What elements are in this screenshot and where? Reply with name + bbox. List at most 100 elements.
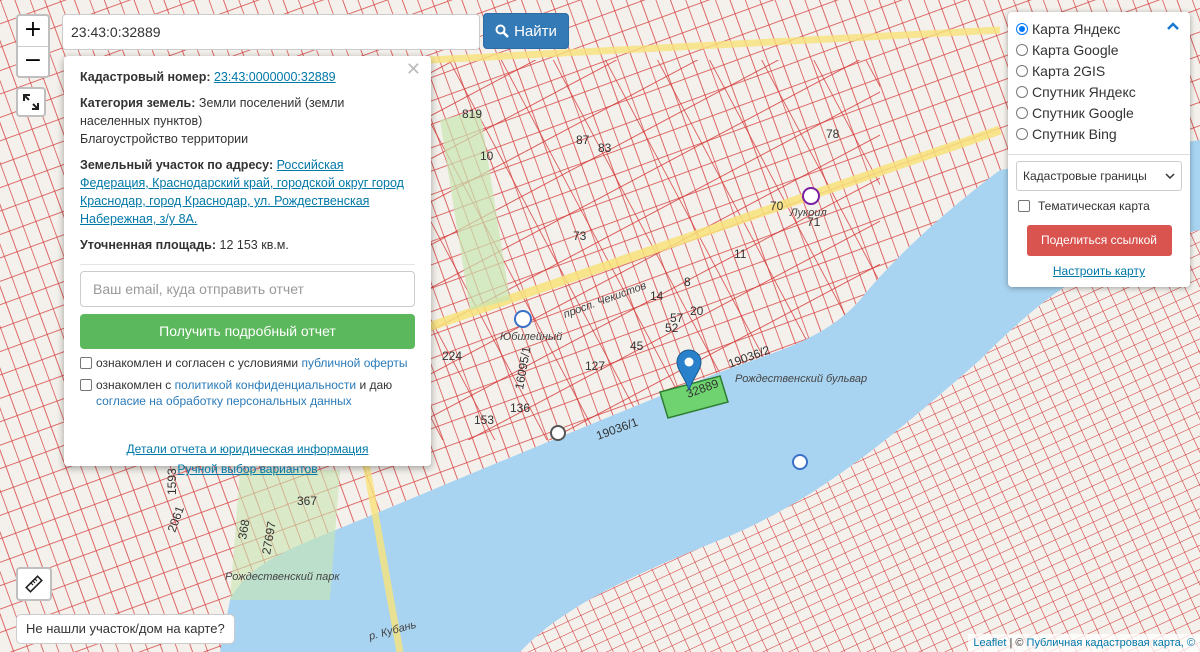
- search-button-label: Найти: [514, 22, 557, 40]
- fullscreen-button[interactable]: [16, 87, 46, 117]
- area-label: Уточненная площадь:: [80, 238, 217, 252]
- thematic-map-option[interactable]: Тематическая карта: [1016, 199, 1182, 213]
- manual-selection-link[interactable]: Ручной выбор вариантов: [80, 459, 415, 479]
- privacy-policy-link[interactable]: политикой конфиденциальности: [175, 378, 356, 392]
- configure-map-link[interactable]: Настроить карту: [1016, 264, 1182, 278]
- parcel-info-popup: ✕ Кадастровый номер: 23:43:0000000:32889…: [64, 56, 431, 476]
- layer-radio[interactable]: [1016, 43, 1028, 56]
- poi-icon: [792, 454, 808, 470]
- layer-radio[interactable]: [1016, 22, 1028, 35]
- divider: [80, 264, 415, 265]
- layer-option-1[interactable]: Карта Google: [1016, 39, 1182, 60]
- leaflet-link[interactable]: Leaflet: [973, 637, 1006, 649]
- layer-radio[interactable]: [1016, 106, 1028, 119]
- fuel-icon: [802, 187, 820, 205]
- parcel-number-label: 367: [297, 494, 317, 508]
- attribution-separator: | ©: [1006, 637, 1027, 649]
- search-button[interactable]: Найти: [483, 13, 569, 49]
- parcel-number-label: 52: [665, 321, 679, 335]
- public-offer-link[interactable]: публичной оферты: [301, 356, 407, 370]
- layer-option-label: Спутник Bing: [1032, 125, 1117, 142]
- parcel-number-label: 73: [573, 229, 587, 243]
- parcel-number-label: 14: [650, 289, 664, 303]
- zoom-out-button[interactable]: −: [18, 46, 48, 76]
- layer-option-2[interactable]: Карта 2GIS: [1016, 60, 1182, 81]
- land-category-row: Категория земель: Земли поселений (земли…: [80, 94, 415, 130]
- zoom-control: + −: [16, 14, 50, 78]
- church-icon: [550, 425, 566, 441]
- privacy-consent-checkbox[interactable]: [80, 379, 92, 391]
- parcel-number-label: 127: [585, 359, 605, 373]
- popup-bottom-links: Детали отчета и юридическая информация Р…: [80, 439, 415, 479]
- ruler-icon: [25, 575, 43, 593]
- metro-icon: [514, 310, 532, 328]
- privacy-consent: ознакомлен с политикой конфиденциальност…: [80, 377, 415, 409]
- place-label: Рождественский бульвар: [735, 373, 867, 385]
- layer-radio[interactable]: [1016, 64, 1028, 77]
- collapse-panel-icon[interactable]: [1166, 18, 1180, 34]
- parcel-number-label: 83: [598, 141, 612, 155]
- chevron-down-icon: [1165, 172, 1175, 179]
- cadastral-search-input[interactable]: 23:43:0:32889: [62, 14, 480, 50]
- thematic-map-label: Тематическая карта: [1038, 199, 1150, 213]
- report-details-link[interactable]: Детали отчета и юридическая информация: [80, 439, 415, 459]
- parcel-number-label: 153: [474, 413, 494, 427]
- privacy-consent-text: ознакомлен с: [96, 378, 172, 392]
- layer-option-label: Карта Яндекс: [1032, 20, 1121, 37]
- overlay-select[interactable]: Кадастровые границы: [1016, 161, 1182, 191]
- parcel-number-label: 136: [510, 401, 530, 415]
- land-category-label: Категория земель:: [80, 96, 196, 110]
- layer-option-0[interactable]: Карта Яндекс: [1016, 18, 1182, 39]
- divider: [1008, 154, 1190, 155]
- zoom-in-button[interactable]: +: [18, 16, 48, 46]
- email-input[interactable]: Ваш email, куда отправить отчет: [80, 271, 415, 307]
- search-icon: [495, 24, 509, 38]
- place-label: Рождественский парк: [225, 571, 340, 583]
- fullscreen-icon: [23, 94, 39, 110]
- layers-panel: Карта Яндекс Карта Google Карта 2GIS Спутни…: [1008, 12, 1190, 287]
- layer-radio[interactable]: [1016, 85, 1028, 98]
- parcel-number-label: 10: [480, 149, 494, 163]
- not-found-button[interactable]: Не нашли участок/дом на карте?: [16, 614, 235, 644]
- layer-radio[interactable]: [1016, 127, 1028, 140]
- address-row: Земельный участок по адресу: Российская …: [80, 156, 415, 228]
- close-popup-icon[interactable]: ✕: [406, 61, 421, 79]
- layer-option-label: Спутник Яндекс: [1032, 83, 1136, 100]
- offer-consent-text: ознакомлен и согласен с условиями: [96, 356, 299, 370]
- parcel-number-label: 819: [462, 107, 482, 121]
- get-report-button[interactable]: Получить подробный отчет: [80, 314, 415, 349]
- offer-consent-checkbox[interactable]: [80, 357, 92, 369]
- area-value: 12 153 кв.м.: [219, 238, 289, 252]
- place-label: Лукоил: [789, 207, 827, 219]
- privacy-consent-mid: и даю: [359, 378, 393, 392]
- parcel-number-label: 20: [690, 304, 704, 318]
- cadastral-number-link[interactable]: 23:43:0000000:32889: [214, 70, 336, 84]
- layer-option-5[interactable]: Спутник Bing: [1016, 123, 1182, 144]
- layer-option-3[interactable]: Спутник Яндекс: [1016, 81, 1182, 102]
- parcel-number-label: 78: [826, 127, 840, 141]
- parcel-number-label: 11: [734, 247, 747, 261]
- personal-data-consent-link[interactable]: согласие на обработку персональных данны…: [96, 394, 352, 408]
- address-label: Земельный участок по адресу:: [80, 158, 274, 172]
- area-row: Уточненная площадь: 12 153 кв.м.: [80, 236, 415, 254]
- offer-consent: ознакомлен и согласен с условиями публич…: [80, 355, 415, 371]
- layer-option-label: Карта 2GIS: [1032, 62, 1106, 79]
- share-link-button[interactable]: Поделиться ссылкой: [1026, 225, 1172, 256]
- parcel-number-label: 87: [576, 133, 590, 147]
- map-attribution: Leaflet | © Публичная кадастровая карта,…: [968, 634, 1200, 652]
- overlay-select-value: Кадастровые границы: [1023, 169, 1147, 183]
- layer-option-4[interactable]: Спутник Google: [1016, 102, 1182, 123]
- place-label: Юбилейный: [500, 331, 562, 343]
- cadastral-number-label: Кадастровый номер:: [80, 70, 211, 84]
- layer-option-label: Спутник Google: [1032, 104, 1134, 121]
- cadastral-map-link[interactable]: Публичная кадастровая карта, ©: [1027, 637, 1195, 649]
- parcel-number-label: 70: [770, 199, 784, 213]
- thematic-map-checkbox[interactable]: [1018, 200, 1030, 212]
- parcel-number-label: 224: [442, 349, 462, 363]
- cadastral-number-row: Кадастровый номер: 23:43:0000000:32889: [80, 68, 415, 86]
- parcel-number-label: 45: [630, 339, 644, 353]
- measure-button[interactable]: [16, 567, 52, 601]
- parcel-number-label: 8: [684, 275, 691, 289]
- land-use: Благоустройство территории: [80, 132, 249, 146]
- layer-option-label: Карта Google: [1032, 41, 1119, 58]
